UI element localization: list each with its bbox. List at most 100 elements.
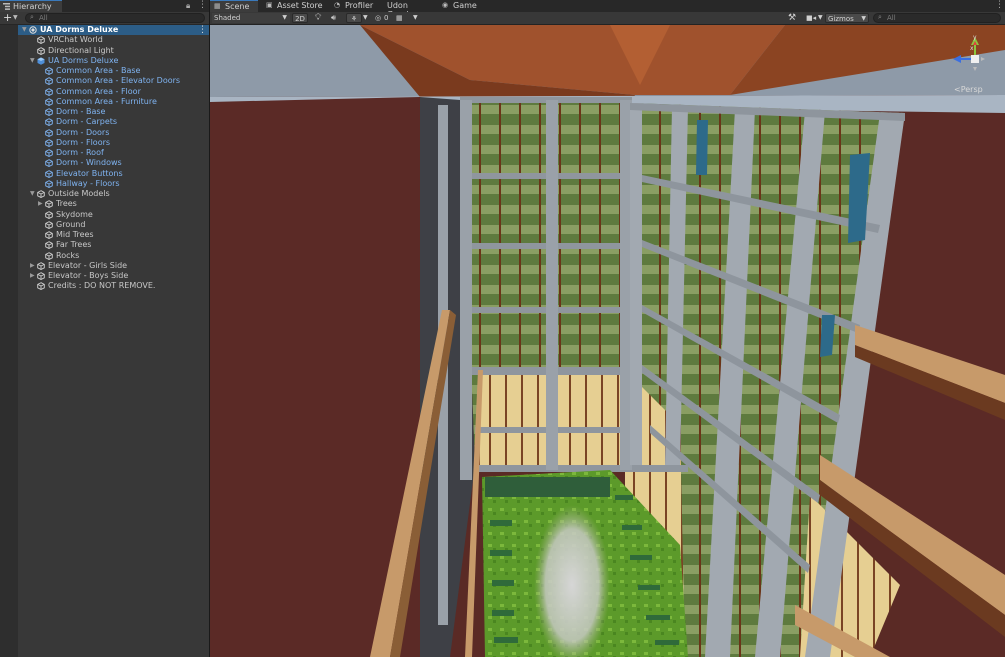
hierarchy-item[interactable]: ▼ UA Dorms Deluxe ⋮ xyxy=(18,25,209,35)
camera-icon[interactable]: ■◂ xyxy=(806,13,816,23)
hierarchy-item-label: Skydome xyxy=(56,209,93,219)
scene-viewport[interactable]: y x <Persp xyxy=(210,25,1005,657)
hierarchy-item-label: Trees xyxy=(56,199,77,209)
gameobject-icon xyxy=(45,251,53,260)
hierarchy-item[interactable]: Dorm - Doors xyxy=(18,128,209,138)
gameobject-icon xyxy=(37,282,45,291)
prefab-icon xyxy=(45,87,53,96)
gizmos-label: Gizmos xyxy=(828,15,854,23)
tab-game[interactable]: ◉ Game xyxy=(438,0,482,12)
2d-toggle-button[interactable]: 2D xyxy=(292,13,308,23)
gizmo-center-cube[interactable] xyxy=(971,55,979,63)
gizmos-dropdown[interactable]: Gizmos ▼ xyxy=(825,13,869,23)
hierarchy-item-label: Ground xyxy=(56,219,86,229)
hidden-objects-count: 0 xyxy=(384,14,389,22)
hierarchy-item-label: Common Area - Base xyxy=(56,66,141,75)
hierarchy-item-label: Dorm - Carpets xyxy=(56,117,118,127)
projection-toggle[interactable]: <Persp xyxy=(954,85,983,94)
store-icon: ▣ xyxy=(266,1,273,9)
hierarchy-item[interactable]: ▶ Trees xyxy=(18,199,209,209)
gameobject-icon xyxy=(45,231,53,239)
prefab-icon xyxy=(45,108,53,116)
gizmo-y-label: y xyxy=(973,34,977,41)
hidden-objects-icon[interactable]: ◎ xyxy=(375,13,381,23)
tools-icon[interactable]: ⚒ xyxy=(788,13,796,23)
hierarchy-item-label: Credits : DO NOT REMOVE. xyxy=(48,281,156,291)
hierarchy-item[interactable]: Mid Trees xyxy=(18,230,209,240)
expand-closed-icon[interactable]: ▶ xyxy=(30,261,35,271)
hierarchy-item-label: Common Area - Elevator Doors xyxy=(56,76,181,86)
hierarchy-options-icon[interactable]: ⋮ xyxy=(198,0,207,10)
create-dropdown-icon[interactable]: ▼ xyxy=(13,14,18,21)
gizmo-x-label: x xyxy=(970,45,974,52)
hierarchy-item[interactable]: Rocks xyxy=(18,251,209,261)
prefab-icon xyxy=(45,138,53,147)
grid-toggle-icon[interactable]: ▦ xyxy=(396,13,403,23)
scene-panel: ▦ Scene ▣ Asset Store ◔ Profiler Udon Gr… xyxy=(210,0,1005,657)
scene-search-input[interactable]: ⌕ All xyxy=(873,13,1001,23)
hierarchy-item[interactable]: ▶ Elevator - Boys Side xyxy=(18,271,209,281)
hierarchy-item[interactable]: Common Area - Elevator Doors xyxy=(18,76,209,86)
expand-open-icon[interactable]: ▼ xyxy=(30,56,35,66)
scene-options-icon[interactable]: ⋮ xyxy=(995,0,1004,10)
tab-scene[interactable]: ▦ Scene xyxy=(210,0,258,12)
hierarchy-search-input[interactable]: ⌕ All xyxy=(25,13,205,23)
hierarchy-item[interactable]: Directional Light xyxy=(18,46,209,56)
hierarchy-item[interactable]: Common Area - Floor xyxy=(18,87,209,97)
item-options-icon[interactable]: ⋮ xyxy=(198,25,207,35)
tab-udon-graph[interactable]: Udon Graph xyxy=(372,0,434,19)
hierarchy-item-label: Hallway - Floors xyxy=(56,178,120,188)
orientation-gizmo[interactable]: y x xyxy=(946,31,996,81)
gameobject-icon xyxy=(45,200,53,209)
tab-asset-store-label: Asset Store xyxy=(277,1,323,10)
hierarchy-item-label: Common Area - Furniture xyxy=(56,96,157,106)
hierarchy-item[interactable]: Common Area - Furniture xyxy=(18,97,209,107)
shading-mode-dropdown[interactable]: Shaded ▼ xyxy=(212,13,290,23)
effects-dropdown-icon[interactable]: ▼ xyxy=(363,13,368,23)
hierarchy-item[interactable]: Ground xyxy=(18,220,209,230)
gameobject-icon xyxy=(45,241,53,250)
hierarchy-icon xyxy=(3,3,10,10)
hierarchy-item[interactable]: VRChat World xyxy=(18,35,209,45)
hierarchy-item-label: UA Dorms Deluxe xyxy=(48,55,119,65)
hierarchy-item[interactable]: ▼ UA Dorms Deluxe xyxy=(18,56,209,66)
projection-label: Persp xyxy=(960,85,983,94)
hierarchy-item[interactable]: Far Trees xyxy=(18,240,209,250)
hierarchy-item[interactable]: Common Area - Base xyxy=(18,66,209,76)
hierarchy-item[interactable]: Dorm - Carpets xyxy=(18,117,209,127)
hierarchy-item-label: Elevator - Boys Side xyxy=(48,271,129,280)
hierarchy-item[interactable]: Dorm - Floors xyxy=(18,138,209,148)
lighting-toggle-icon[interactable]: 💡︎ xyxy=(315,13,321,23)
expand-open-icon[interactable]: ▼ xyxy=(22,25,27,35)
hierarchy-item-label: Dorm - Windows xyxy=(56,158,122,168)
gameobject-icon xyxy=(37,272,45,280)
lock-icon[interactable]: 🔒︎ xyxy=(186,1,190,11)
hierarchy-item[interactable]: Dorm - Base xyxy=(18,107,209,117)
grid-dropdown-icon[interactable]: ▼ xyxy=(413,13,418,23)
hierarchy-item[interactable]: Elevator Buttons xyxy=(18,169,209,179)
z-axis-cone[interactable] xyxy=(953,55,961,63)
scene-search-placeholder: All xyxy=(887,14,896,22)
hierarchy-item[interactable]: Hallway - Floors xyxy=(18,179,209,189)
expand-closed-icon[interactable]: ▶ xyxy=(30,271,35,281)
hierarchy-item[interactable]: Dorm - Roof xyxy=(18,148,209,158)
expand-open-icon[interactable]: ▼ xyxy=(30,189,35,199)
gameobject-icon xyxy=(37,46,45,55)
effects-toggle-icon[interactable]: ⚘ xyxy=(346,13,362,23)
hierarchy-item[interactable]: ▼ Outside Models xyxy=(18,189,209,199)
audio-toggle-icon[interactable]: 🔊︎ xyxy=(331,13,336,23)
hierarchy-item-label: Dorm - Roof xyxy=(56,148,104,157)
hierarchy-item[interactable]: Skydome xyxy=(18,210,209,220)
hierarchy-item[interactable]: Dorm - Windows xyxy=(18,158,209,168)
expand-closed-icon[interactable]: ▶ xyxy=(38,199,43,209)
create-button[interactable]: + xyxy=(3,12,12,24)
hierarchy-item-label: Dorm - Doors xyxy=(56,127,110,137)
hierarchy-item[interactable]: Credits : DO NOT REMOVE. xyxy=(18,281,209,291)
hierarchy-item[interactable]: ▶ Elevator - Girls Side xyxy=(18,261,209,271)
camera-dropdown-icon[interactable]: ▼ xyxy=(818,13,823,23)
hierarchy-item-label: VRChat World xyxy=(48,35,103,45)
tab-asset-store[interactable]: ▣ Asset Store xyxy=(262,0,328,12)
prefab-icon xyxy=(45,179,53,188)
hierarchy-item-label: Dorm - Floors xyxy=(56,137,111,147)
tab-profiler[interactable]: ◔ Profiler xyxy=(330,0,376,12)
